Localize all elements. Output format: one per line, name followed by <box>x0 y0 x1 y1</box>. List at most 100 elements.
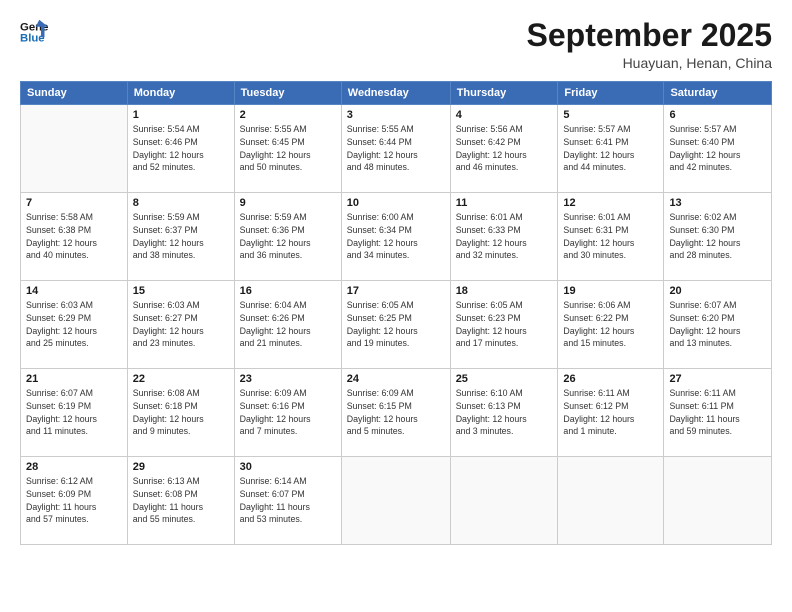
table-row: 10 Sunrise: 6:00 AM Sunset: 6:34 PM Dayli… <box>341 193 450 281</box>
day-number: 15 <box>133 285 229 297</box>
logo-icon: General Blue <box>20 18 48 46</box>
day-number: 1 <box>133 109 229 121</box>
day-info: Sunrise: 6:05 AM Sunset: 6:23 PM Dayligh… <box>456 299 553 350</box>
day-number: 23 <box>240 373 336 385</box>
day-number: 6 <box>669 109 766 121</box>
day-info: Sunrise: 6:12 AM Sunset: 6:09 PM Dayligh… <box>26 475 122 526</box>
day-number: 4 <box>456 109 553 121</box>
day-info: Sunrise: 5:57 AM Sunset: 6:41 PM Dayligh… <box>563 123 658 174</box>
day-number: 2 <box>240 109 336 121</box>
day-info: Sunrise: 6:00 AM Sunset: 6:34 PM Dayligh… <box>347 211 445 262</box>
calendar-week-row: 28 Sunrise: 6:12 AM Sunset: 6:09 PM Dayli… <box>21 457 772 545</box>
day-info: Sunrise: 6:02 AM Sunset: 6:30 PM Dayligh… <box>669 211 766 262</box>
day-info: Sunrise: 6:08 AM Sunset: 6:18 PM Dayligh… <box>133 387 229 438</box>
table-row: 28 Sunrise: 6:12 AM Sunset: 6:09 PM Dayli… <box>21 457 128 545</box>
day-number: 11 <box>456 197 553 209</box>
table-row: 24 Sunrise: 6:09 AM Sunset: 6:15 PM Dayli… <box>341 369 450 457</box>
col-monday: Monday <box>127 82 234 105</box>
day-info: Sunrise: 6:11 AM Sunset: 6:12 PM Dayligh… <box>563 387 658 438</box>
day-info: Sunrise: 6:06 AM Sunset: 6:22 PM Dayligh… <box>563 299 658 350</box>
table-row: 27 Sunrise: 6:11 AM Sunset: 6:11 PM Dayli… <box>664 369 772 457</box>
day-info: Sunrise: 6:07 AM Sunset: 6:19 PM Dayligh… <box>26 387 122 438</box>
day-info: Sunrise: 6:04 AM Sunset: 6:26 PM Dayligh… <box>240 299 336 350</box>
day-number: 29 <box>133 461 229 473</box>
table-row <box>558 457 664 545</box>
day-number: 30 <box>240 461 336 473</box>
day-info: Sunrise: 5:55 AM Sunset: 6:45 PM Dayligh… <box>240 123 336 174</box>
table-row: 11 Sunrise: 6:01 AM Sunset: 6:33 PM Dayli… <box>450 193 558 281</box>
day-number: 27 <box>669 373 766 385</box>
day-info: Sunrise: 6:09 AM Sunset: 6:15 PM Dayligh… <box>347 387 445 438</box>
title-block: September 2025 Huayuan, Henan, China <box>527 18 772 71</box>
calendar-week-row: 7 Sunrise: 5:58 AM Sunset: 6:38 PM Daylig… <box>21 193 772 281</box>
day-info: Sunrise: 5:56 AM Sunset: 6:42 PM Dayligh… <box>456 123 553 174</box>
day-number: 17 <box>347 285 445 297</box>
day-number: 19 <box>563 285 658 297</box>
day-info: Sunrise: 6:01 AM Sunset: 6:33 PM Dayligh… <box>456 211 553 262</box>
day-number: 12 <box>563 197 658 209</box>
calendar-table: Sunday Monday Tuesday Wednesday Thursday… <box>20 81 772 545</box>
day-number: 25 <box>456 373 553 385</box>
table-row: 23 Sunrise: 6:09 AM Sunset: 6:16 PM Dayli… <box>234 369 341 457</box>
calendar-week-row: 14Sunrise: 6:03 AM Sunset: 6:29 PM Dayli… <box>21 281 772 369</box>
month-title: September 2025 <box>527 18 772 53</box>
day-number: 18 <box>456 285 553 297</box>
col-sunday: Sunday <box>21 82 128 105</box>
col-saturday: Saturday <box>664 82 772 105</box>
day-info: Sunrise: 5:59 AM Sunset: 6:37 PM Dayligh… <box>133 211 229 262</box>
day-number: 8 <box>133 197 229 209</box>
day-number: 24 <box>347 373 445 385</box>
table-row: 26 Sunrise: 6:11 AM Sunset: 6:12 PM Dayli… <box>558 369 664 457</box>
table-row <box>341 457 450 545</box>
day-info: Sunrise: 5:58 AM Sunset: 6:38 PM Dayligh… <box>26 211 122 262</box>
col-wednesday: Wednesday <box>341 82 450 105</box>
table-row: 19 Sunrise: 6:06 AM Sunset: 6:22 PM Dayli… <box>558 281 664 369</box>
col-thursday: Thursday <box>450 82 558 105</box>
day-number: 5 <box>563 109 658 121</box>
table-row: 6 Sunrise: 5:57 AM Sunset: 6:40 PM Daylig… <box>664 105 772 193</box>
table-row: 30Sunrise: 6:14 AM Sunset: 6:07 PM Dayli… <box>234 457 341 545</box>
table-row: 13 Sunrise: 6:02 AM Sunset: 6:30 PM Dayli… <box>664 193 772 281</box>
day-number: 10 <box>347 197 445 209</box>
table-row: 25Sunrise: 6:10 AM Sunset: 6:13 PM Dayli… <box>450 369 558 457</box>
table-row: 2 Sunrise: 5:55 AM Sunset: 6:45 PM Daylig… <box>234 105 341 193</box>
table-row <box>21 105 128 193</box>
day-info: Sunrise: 5:55 AM Sunset: 6:44 PM Dayligh… <box>347 123 445 174</box>
day-info: Sunrise: 5:59 AM Sunset: 6:36 PM Dayligh… <box>240 211 336 262</box>
col-tuesday: Tuesday <box>234 82 341 105</box>
day-number: 20 <box>669 285 766 297</box>
day-info: Sunrise: 6:01 AM Sunset: 6:31 PM Dayligh… <box>563 211 658 262</box>
header: General Blue September 2025 Huayuan, Hen… <box>20 18 772 71</box>
page: General Blue September 2025 Huayuan, Hen… <box>0 0 792 612</box>
day-number: 26 <box>563 373 658 385</box>
day-number: 7 <box>26 197 122 209</box>
day-info: Sunrise: 6:11 AM Sunset: 6:11 PM Dayligh… <box>669 387 766 438</box>
table-row: 16Sunrise: 6:04 AM Sunset: 6:26 PM Dayli… <box>234 281 341 369</box>
day-info: Sunrise: 6:13 AM Sunset: 6:08 PM Dayligh… <box>133 475 229 526</box>
day-info: Sunrise: 6:07 AM Sunset: 6:20 PM Dayligh… <box>669 299 766 350</box>
table-row: 17Sunrise: 6:05 AM Sunset: 6:25 PM Dayli… <box>341 281 450 369</box>
table-row <box>664 457 772 545</box>
day-number: 28 <box>26 461 122 473</box>
day-number: 21 <box>26 373 122 385</box>
table-row: 12 Sunrise: 6:01 AM Sunset: 6:31 PM Dayli… <box>558 193 664 281</box>
table-row: 15Sunrise: 6:03 AM Sunset: 6:27 PM Dayli… <box>127 281 234 369</box>
table-row: 21 Sunrise: 6:07 AM Sunset: 6:19 PM Dayli… <box>21 369 128 457</box>
logo: General Blue <box>20 18 48 46</box>
table-row: 29 Sunrise: 6:13 AM Sunset: 6:08 PM Dayli… <box>127 457 234 545</box>
calendar-week-row: 1Sunrise: 5:54 AM Sunset: 6:46 PM Daylig… <box>21 105 772 193</box>
day-number: 13 <box>669 197 766 209</box>
table-row: 20 Sunrise: 6:07 AM Sunset: 6:20 PM Dayli… <box>664 281 772 369</box>
table-row: 1Sunrise: 5:54 AM Sunset: 6:46 PM Daylig… <box>127 105 234 193</box>
day-number: 9 <box>240 197 336 209</box>
table-row: 5 Sunrise: 5:57 AM Sunset: 6:41 PM Daylig… <box>558 105 664 193</box>
day-info: Sunrise: 6:09 AM Sunset: 6:16 PM Dayligh… <box>240 387 336 438</box>
day-number: 14 <box>26 285 122 297</box>
day-info: Sunrise: 5:57 AM Sunset: 6:40 PM Dayligh… <box>669 123 766 174</box>
table-row: 7 Sunrise: 5:58 AM Sunset: 6:38 PM Daylig… <box>21 193 128 281</box>
table-row: 9 Sunrise: 5:59 AM Sunset: 6:36 PM Daylig… <box>234 193 341 281</box>
table-row: 4 Sunrise: 5:56 AM Sunset: 6:42 PM Daylig… <box>450 105 558 193</box>
table-row: 22Sunrise: 6:08 AM Sunset: 6:18 PM Dayli… <box>127 369 234 457</box>
table-row: 3 Sunrise: 5:55 AM Sunset: 6:44 PM Daylig… <box>341 105 450 193</box>
day-number: 3 <box>347 109 445 121</box>
